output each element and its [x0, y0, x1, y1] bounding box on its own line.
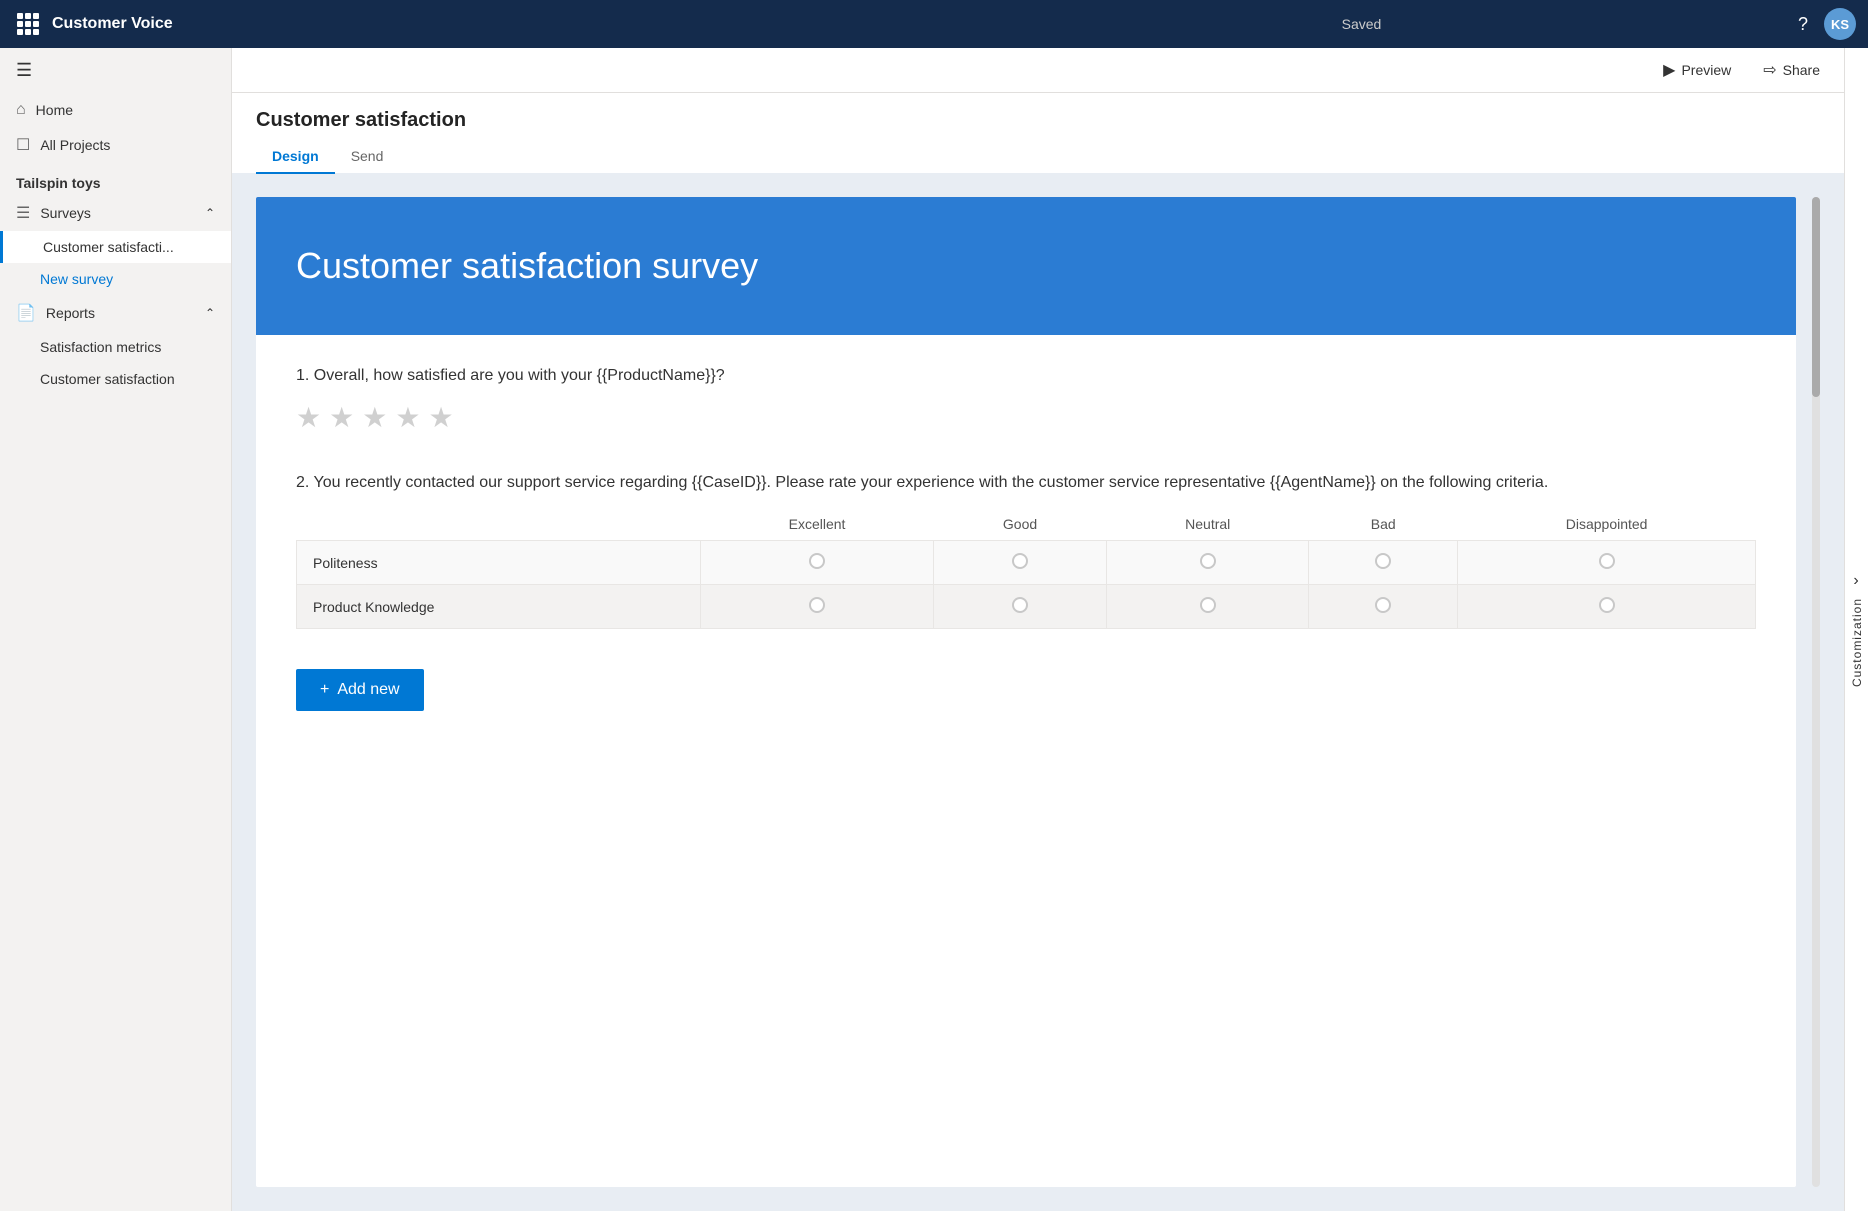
home-icon: ⌂ [16, 101, 26, 119]
star-1[interactable]: ★ [296, 401, 321, 434]
survey-content: Customer satisfaction survey 1. Overall,… [232, 173, 1844, 1211]
matrix-header-excellent: Excellent [701, 508, 934, 541]
star-rating-1[interactable]: ★ ★ ★ ★ ★ [296, 401, 1756, 434]
tab-design[interactable]: Design [256, 140, 335, 174]
content-area: ▶ Preview ⇨ Share Customer satisfaction … [232, 48, 1844, 1211]
sidebar-section-label: Tailspin toys [0, 163, 231, 195]
matrix-cell-politeness-neutral[interactable] [1107, 541, 1309, 585]
matrix-cell-politeness-disappointed[interactable] [1458, 541, 1756, 585]
content-topbar: ▶ Preview ⇨ Share [232, 48, 1844, 93]
survey-page-title: Customer satisfaction [256, 109, 1820, 132]
survey-body: 1. Overall, how satisfied are you with y… [256, 335, 1796, 743]
matrix-cell-politeness-good[interactable] [933, 541, 1106, 585]
survey-card: Customer satisfaction survey 1. Overall,… [256, 197, 1796, 1187]
add-icon: + [320, 681, 329, 699]
share-label: Share [1783, 62, 1820, 78]
sidebar-item-home[interactable]: ⌂ Home [0, 93, 231, 127]
matrix-header-row-label [297, 508, 701, 541]
survey-scrollbar[interactable] [1812, 197, 1820, 1187]
sidebar-home-label: Home [36, 102, 73, 118]
question-2-block: 2. You recently contacted our support se… [296, 474, 1756, 629]
matrix-cell-politeness-bad[interactable] [1309, 541, 1458, 585]
sidebar-allprojects-label: All Projects [40, 137, 110, 153]
customer-satisfaction-label: Customer satisfacti... [43, 239, 174, 255]
help-button[interactable]: ? [1798, 14, 1808, 35]
surveys-chevron-icon: ⌃ [205, 206, 215, 220]
sidebar-reports-header[interactable]: 📄 Reports ⌃ [0, 295, 231, 331]
matrix-row-politeness: Politeness [297, 541, 1756, 585]
sidebar-item-satisfaction-metrics[interactable]: Satisfaction metrics [0, 331, 231, 363]
star-3[interactable]: ★ [362, 401, 387, 434]
survey-banner: Customer satisfaction survey [256, 197, 1796, 335]
sidebar-item-customer-satisfaction-report[interactable]: Customer satisfaction [0, 363, 231, 395]
preview-label: Preview [1681, 62, 1731, 78]
scrollbar-thumb[interactable] [1812, 197, 1820, 397]
question-1-block: 1. Overall, how satisfied are you with y… [296, 367, 1756, 434]
projects-icon: ☐ [16, 135, 30, 155]
matrix-cell-pk-good[interactable] [933, 585, 1106, 629]
survey-tabs: Design Send [256, 140, 1820, 173]
preview-button[interactable]: ▶ Preview [1655, 56, 1739, 84]
survey-wrapper: Customer satisfaction Design Send Custom… [232, 93, 1844, 1211]
reports-chevron-icon: ⌃ [205, 306, 215, 320]
add-new-button[interactable]: + Add new [296, 669, 424, 711]
matrix-header-disappointed: Disappointed [1458, 508, 1756, 541]
star-2[interactable]: ★ [329, 401, 354, 434]
customization-chevron-icon: › [1853, 572, 1859, 590]
matrix-cell-pk-disappointed[interactable] [1458, 585, 1756, 629]
tab-send[interactable]: Send [335, 140, 400, 174]
preview-icon: ▶ [1663, 60, 1675, 80]
sidebar-item-new-survey[interactable]: New survey [0, 263, 231, 295]
sidebar-toggle-button[interactable]: ☰ [0, 48, 231, 93]
add-new-label: Add new [337, 681, 399, 699]
waffle-icon [17, 13, 39, 35]
sidebar: ☰ ⌂ Home ☐ All Projects Tailspin toys ☰ … [0, 48, 232, 1211]
reports-icon: 📄 [16, 303, 36, 323]
question-2-text: 2. You recently contacted our support se… [296, 474, 1756, 492]
customization-panel-toggle[interactable]: › Customization [1844, 48, 1868, 1211]
satisfaction-metrics-label: Satisfaction metrics [40, 339, 161, 355]
matrix-header-row: Excellent Good Neutral Bad Disappointed [297, 508, 1756, 541]
user-avatar[interactable]: KS [1824, 8, 1856, 40]
save-status: Saved [925, 16, 1798, 32]
matrix-row-product-knowledge: Product Knowledge [297, 585, 1756, 629]
surveys-label: Surveys [40, 205, 91, 221]
sidebar-item-all-projects[interactable]: ☐ All Projects [0, 127, 231, 163]
new-survey-label: New survey [40, 271, 113, 287]
matrix-row-product-knowledge-label: Product Knowledge [297, 585, 701, 629]
customer-satisfaction-report-label: Customer satisfaction [40, 371, 175, 387]
app-title: Customer Voice [52, 15, 925, 33]
question-1-text: 1. Overall, how satisfied are you with y… [296, 367, 1756, 385]
share-icon: ⇨ [1763, 60, 1776, 80]
surveys-icon: ☰ [16, 203, 30, 223]
survey-banner-title: Customer satisfaction survey [296, 245, 1756, 287]
reports-label: Reports [46, 305, 95, 321]
question-1-label: Overall, how satisfied are you with your… [314, 367, 725, 384]
matrix-header-good: Good [933, 508, 1106, 541]
matrix-header-bad: Bad [1309, 508, 1458, 541]
matrix-cell-politeness-excellent[interactable] [701, 541, 934, 585]
matrix-cell-pk-bad[interactable] [1309, 585, 1458, 629]
question-2-matrix: Excellent Good Neutral Bad Disappointed [296, 508, 1756, 629]
star-5[interactable]: ★ [428, 401, 453, 434]
star-4[interactable]: ★ [395, 401, 420, 434]
customization-label: Customization [1850, 598, 1864, 687]
sidebar-surveys-header[interactable]: ☰ Surveys ⌃ [0, 195, 231, 231]
topbar: Customer Voice Saved ? KS [0, 0, 1868, 48]
matrix-cell-pk-neutral[interactable] [1107, 585, 1309, 629]
matrix-cell-pk-excellent[interactable] [701, 585, 934, 629]
matrix-header-neutral: Neutral [1107, 508, 1309, 541]
share-button[interactable]: ⇨ Share [1755, 56, 1828, 84]
sidebar-item-customer-satisfaction[interactable]: Customer satisfacti... [0, 231, 231, 263]
survey-header: Customer satisfaction Design Send [232, 93, 1844, 173]
main-layout: ☰ ⌂ Home ☐ All Projects Tailspin toys ☰ … [0, 48, 1868, 1211]
topbar-actions: ? KS [1798, 8, 1856, 40]
waffle-menu-button[interactable] [12, 8, 44, 40]
matrix-row-politeness-label: Politeness [297, 541, 701, 585]
